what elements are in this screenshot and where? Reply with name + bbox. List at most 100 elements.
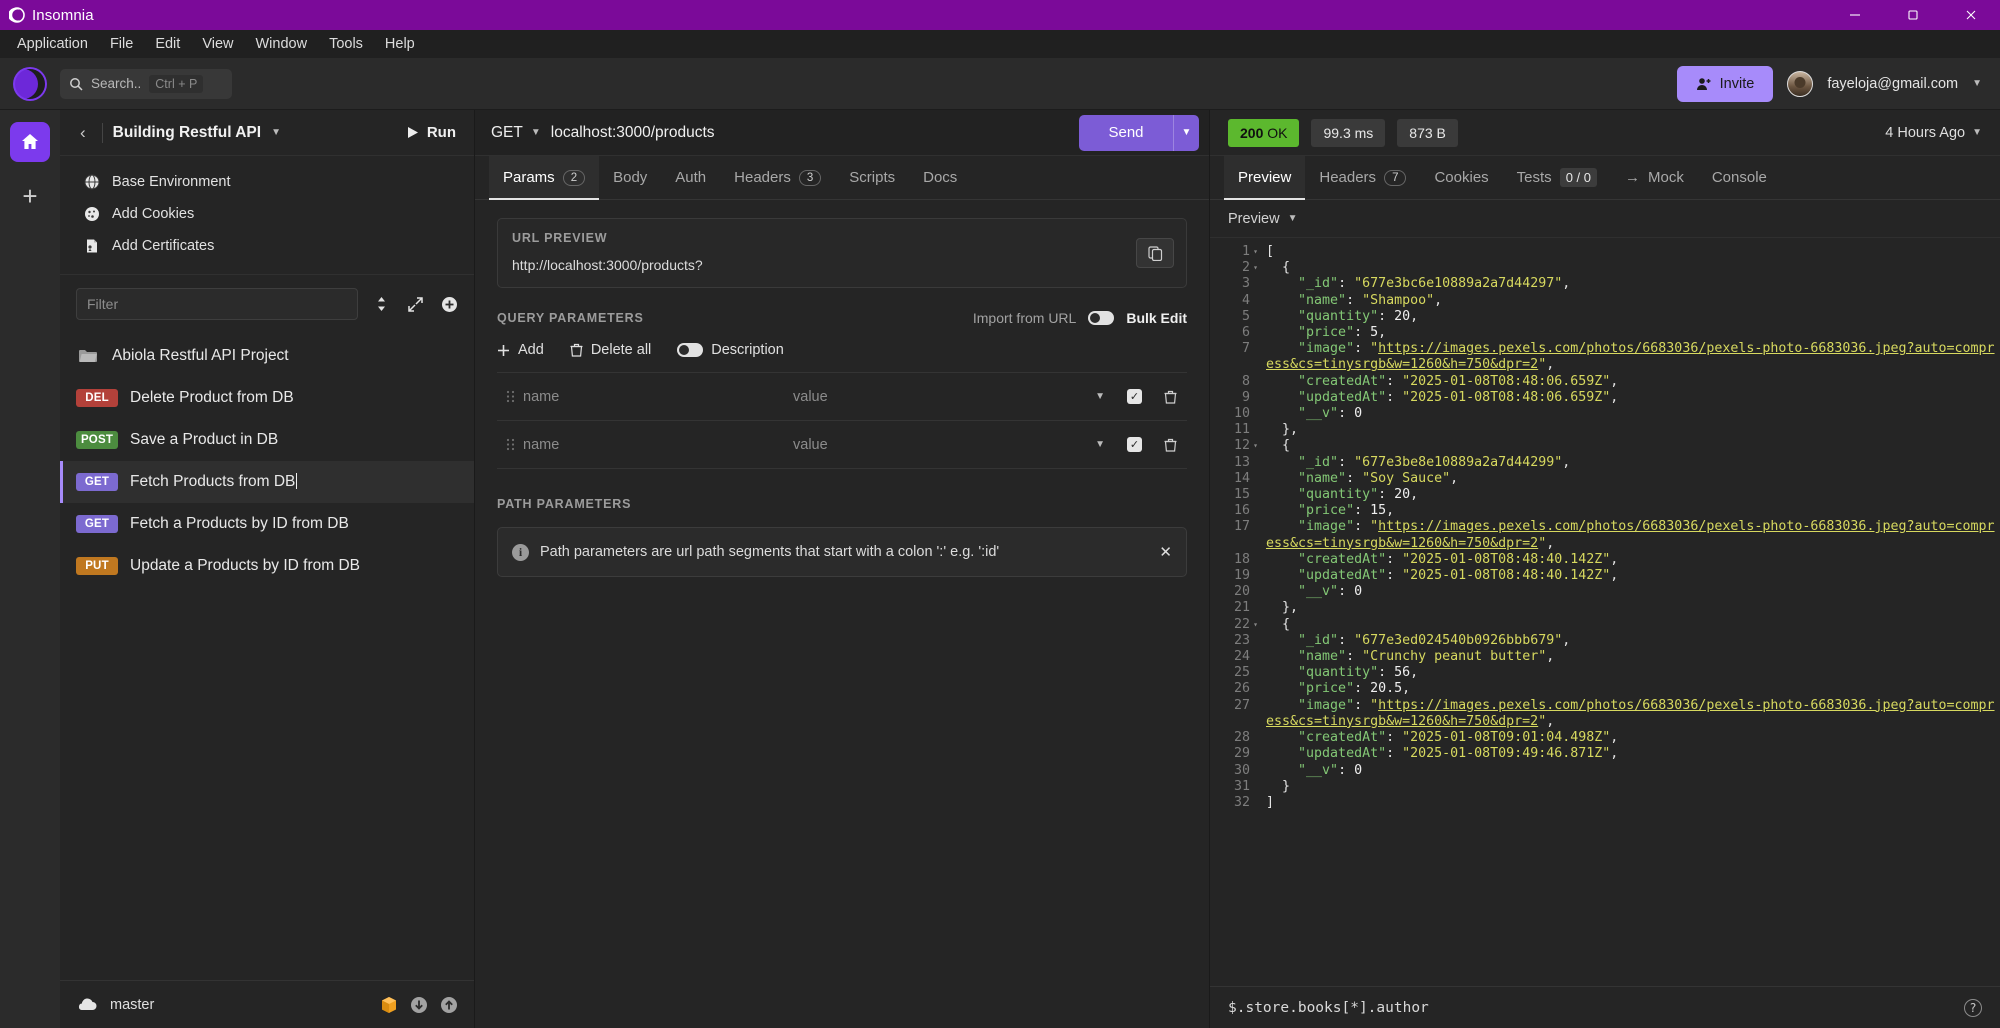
- fold-toggle-icon[interactable]: ▾: [1253, 617, 1258, 633]
- bulk-edit-label[interactable]: Bulk Edit: [1126, 310, 1187, 326]
- param-chevron-down-icon[interactable]: ▼: [1095, 391, 1105, 402]
- line-number: 26: [1233, 681, 1250, 697]
- param-name-input[interactable]: name: [523, 437, 793, 453]
- tab-auth[interactable]: Auth: [661, 156, 720, 199]
- param-row[interactable]: name value ▼ ✓: [497, 373, 1187, 421]
- param-enabled-checkbox[interactable]: ✓: [1127, 389, 1142, 404]
- tab-response-headers[interactable]: Headers 7: [1305, 156, 1420, 199]
- status-badge[interactable]: 200 OK: [1228, 118, 1300, 147]
- description-toggle-button[interactable]: Description: [677, 342, 784, 358]
- menu-file[interactable]: File: [99, 33, 144, 55]
- tab-label: Headers: [1319, 169, 1377, 186]
- tab-tests[interactable]: Tests 0 / 0: [1503, 156, 1611, 199]
- list-item-request-fetch-product-by-id[interactable]: GET Fetch a Products by ID from DB: [60, 503, 474, 545]
- tab-scripts[interactable]: Scripts: [835, 156, 909, 199]
- rail-add-button[interactable]: +: [10, 176, 50, 216]
- bulk-edit-toggle[interactable]: [1088, 311, 1115, 325]
- drag-handle-icon[interactable]: [497, 438, 523, 451]
- tab-preview[interactable]: Preview: [1224, 156, 1306, 200]
- maximize-button[interactable]: [1884, 0, 1942, 30]
- param-chevron-down-icon[interactable]: ▼: [1095, 439, 1105, 450]
- response-body-viewer[interactable]: 1 ▾ 2 ▾ 3 4 5 6 7 8 9 10 11 12 ▾ 13 14 15 16 17 18 19 20 21 22 ▾ 2…: [1210, 238, 2000, 986]
- tab-label: Auth: [675, 169, 707, 186]
- json-filter-input[interactable]: $.store.books[*].author: [1228, 1000, 1429, 1016]
- response-time-badge[interactable]: 99.3 ms: [1311, 118, 1386, 147]
- workspace-title[interactable]: Building Restful API: [113, 124, 261, 142]
- dismiss-note-button[interactable]: ✕: [1159, 543, 1172, 561]
- copy-url-button[interactable]: [1136, 238, 1174, 268]
- tab-docs[interactable]: Docs: [909, 156, 971, 199]
- tests-count-badge: 0 / 0: [1559, 168, 1597, 187]
- invite-button[interactable]: Invite: [1676, 65, 1774, 102]
- preview-mode-selector[interactable]: Preview ▼: [1210, 200, 2000, 238]
- chevron-down-icon[interactable]: ▼: [1972, 78, 1982, 89]
- sidebar-item-base-environment[interactable]: Base Environment: [60, 166, 474, 198]
- code-line: "name": "Soy Sauce",: [1298, 470, 1459, 486]
- import-from-url-button[interactable]: Import from URL: [973, 310, 1076, 326]
- rail-home-button[interactable]: [10, 122, 50, 162]
- push-icon[interactable]: [440, 996, 458, 1014]
- tab-cookies[interactable]: Cookies: [1420, 156, 1502, 199]
- tab-params[interactable]: Params 2: [489, 156, 600, 200]
- list-item-request-delete-product[interactable]: DEL Delete Product from DB: [60, 377, 474, 419]
- menu-help[interactable]: Help: [374, 33, 426, 55]
- sidebar-item-add-cookies[interactable]: Add Cookies: [60, 198, 474, 230]
- param-row-actions: ▼ ✓: [1095, 437, 1187, 452]
- param-name-input[interactable]: name: [523, 389, 793, 405]
- menu-edit[interactable]: Edit: [144, 33, 191, 55]
- line-number: 14: [1233, 470, 1250, 486]
- back-button[interactable]: ‹: [74, 123, 92, 143]
- delete-all-params-button[interactable]: Delete all: [570, 342, 651, 358]
- request-body-area: URL PREVIEW http://localhost:3000/produc…: [475, 200, 1209, 1028]
- search-input[interactable]: Search.. Ctrl + P: [60, 68, 232, 99]
- sidebar-item-add-certificates[interactable]: Add Certificates: [60, 230, 474, 262]
- response-pane: 200 OK 99.3 ms 873 B 4 Hours Ago ▼ Previ…: [1210, 110, 2000, 1028]
- param-enabled-checkbox[interactable]: ✓: [1127, 437, 1142, 452]
- tab-headers[interactable]: Headers 3: [720, 156, 835, 199]
- list-item-request-save-product[interactable]: POST Save a Product in DB: [60, 419, 474, 461]
- add-param-button[interactable]: Add: [497, 342, 544, 358]
- sort-icon[interactable]: [370, 296, 392, 312]
- list-item-folder[interactable]: Abiola Restful API Project: [60, 335, 474, 377]
- response-history-button[interactable]: 4 Hours Ago ▼: [1885, 125, 1982, 141]
- param-delete-icon[interactable]: [1164, 390, 1177, 404]
- list-item-request-fetch-products[interactable]: GET Fetch Products from DB: [60, 461, 474, 503]
- expand-icon[interactable]: [404, 296, 426, 312]
- branch-label[interactable]: master: [110, 997, 154, 1013]
- close-button[interactable]: [1942, 0, 2000, 30]
- help-icon[interactable]: ?: [1964, 998, 1982, 1017]
- response-size-badge[interactable]: 873 B: [1397, 118, 1458, 147]
- minimize-button[interactable]: [1826, 0, 1884, 30]
- send-chevron-down-icon[interactable]: ▼: [1173, 114, 1199, 151]
- param-row[interactable]: name value ▼ ✓: [497, 421, 1187, 469]
- tab-mock[interactable]: → Mock: [1611, 156, 1698, 199]
- response-header: 200 OK 99.3 ms 873 B 4 Hours Ago ▼: [1210, 110, 2000, 156]
- create-request-icon[interactable]: [438, 296, 460, 313]
- menu-tools[interactable]: Tools: [318, 33, 374, 55]
- menu-view[interactable]: View: [191, 33, 244, 55]
- drag-handle-icon[interactable]: [497, 390, 523, 403]
- list-item-request-update-product-by-id[interactable]: PUT Update a Products by ID from DB: [60, 545, 474, 587]
- avatar[interactable]: [1787, 70, 1814, 97]
- menu-window[interactable]: Window: [244, 33, 318, 55]
- run-button[interactable]: Run: [427, 124, 456, 141]
- param-value-input[interactable]: value: [793, 389, 1095, 405]
- send-button[interactable]: Send ▼: [1079, 114, 1199, 151]
- menu-application[interactable]: Application: [6, 33, 99, 55]
- filter-input[interactable]: [76, 288, 358, 320]
- param-delete-icon[interactable]: [1164, 438, 1177, 452]
- method-selector[interactable]: GET ▼: [491, 124, 541, 142]
- fold-toggle-icon[interactable]: ▾: [1253, 244, 1258, 260]
- tab-body[interactable]: Body: [599, 156, 661, 199]
- url-input[interactable]: localhost:3000/products: [551, 124, 1069, 142]
- tab-console[interactable]: Console: [1698, 156, 1781, 199]
- certificate-icon: [84, 238, 100, 254]
- pull-icon[interactable]: [410, 996, 428, 1014]
- fold-toggle-icon[interactable]: ▾: [1253, 260, 1258, 276]
- param-value-input[interactable]: value: [793, 437, 1095, 453]
- workspace-chevron-down-icon[interactable]: ▼: [271, 127, 281, 138]
- copy-icon: [1147, 245, 1163, 261]
- package-icon[interactable]: [380, 996, 398, 1014]
- fold-toggle-icon[interactable]: ▾: [1253, 438, 1258, 454]
- line-number: 10: [1233, 406, 1250, 422]
